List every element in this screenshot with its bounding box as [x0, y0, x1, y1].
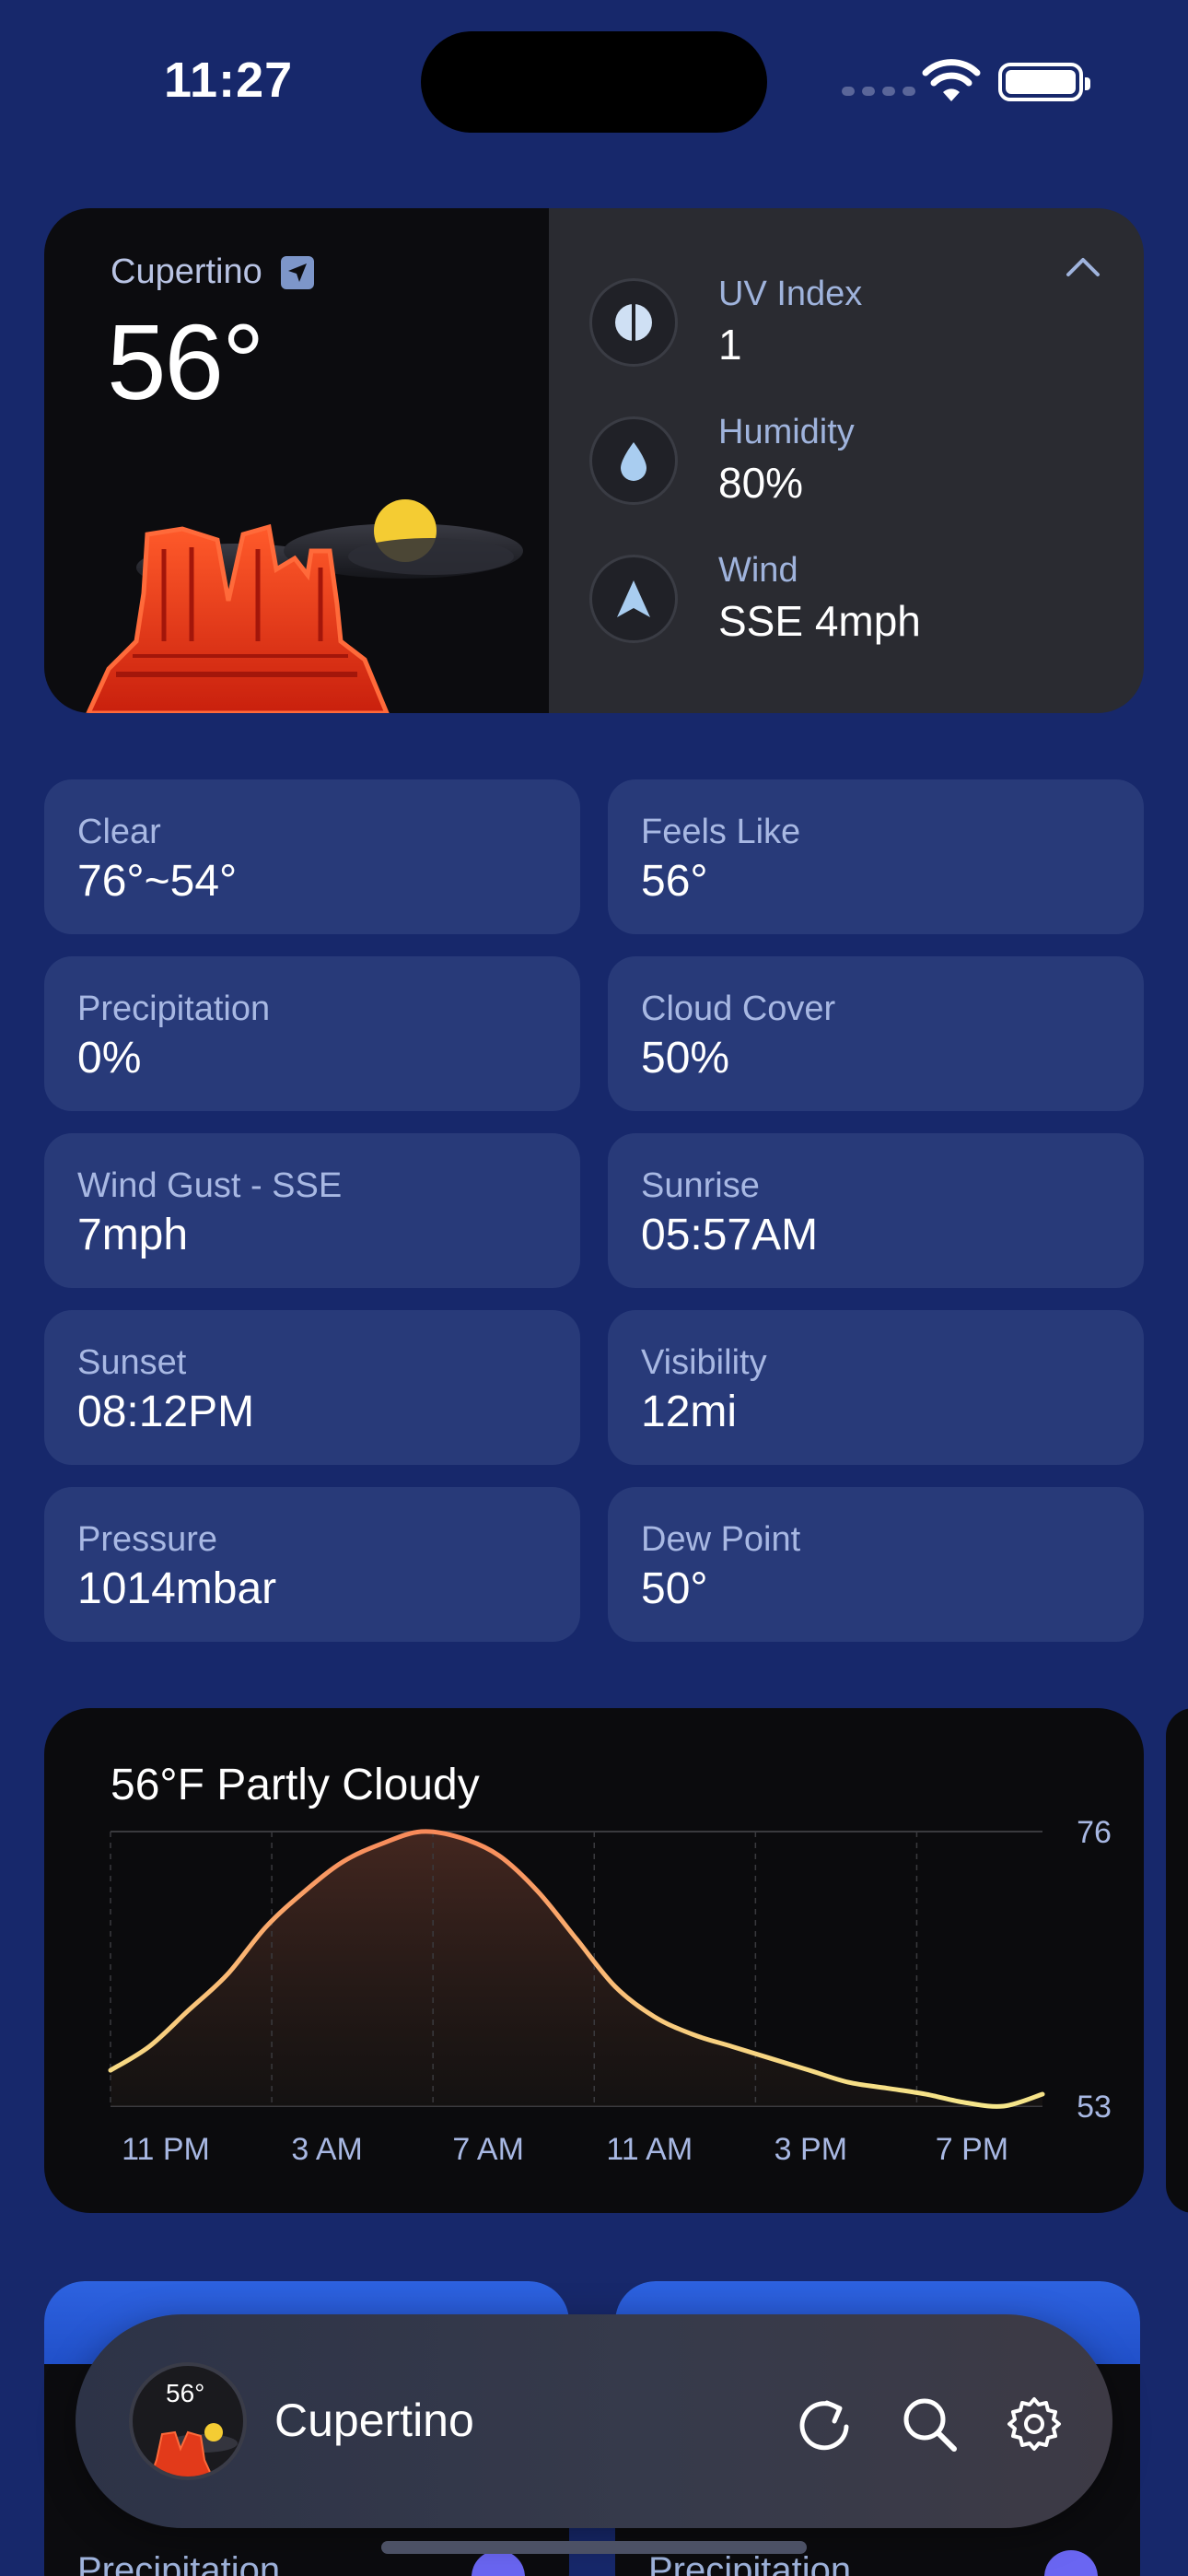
detail-label: Wind Gust - SSE [77, 1166, 343, 1205]
dynamic-island [421, 31, 767, 133]
precipitation-dot-icon [472, 2550, 525, 2576]
toolbar-city-name[interactable]: Cupertino [274, 2394, 474, 2447]
location-toolbar: 56° Cupertino [76, 2314, 1112, 2528]
detail-value: 56° [641, 857, 708, 906]
detail-value: 7mph [77, 1211, 189, 1259]
wifi-icon [922, 59, 981, 101]
detail-value: 50% [641, 1034, 730, 1083]
location-name: Cupertino [111, 252, 314, 292]
current-weather-metrics: UV Index 1 Humidity 80% Wind SSE 4mph [549, 208, 1144, 713]
detail-label: Clear [77, 813, 161, 851]
detail-value: 08:12PM [77, 1388, 255, 1436]
detail-tile-pressure[interactable]: Pressure 1014mbar [44, 1487, 580, 1642]
battery-icon [998, 63, 1090, 101]
wind-metric: Wind SSE 4mph [589, 551, 921, 646]
forecast-card-label: Precipitation [648, 2550, 852, 2576]
current-temperature: 56° [107, 302, 264, 422]
x-tick-label: 7 PM [936, 2132, 1008, 2167]
detail-label: Feels Like [641, 813, 801, 851]
detail-tile-condition[interactable]: Clear 76°~54° [44, 779, 580, 934]
detail-value: 0% [77, 1034, 142, 1083]
detail-value: 50° [641, 1564, 708, 1613]
detail-tile-sunset[interactable]: Sunset 08:12PM [44, 1310, 580, 1465]
detail-tile-dew-point[interactable]: Dew Point 50° [608, 1487, 1144, 1642]
detail-value: 76°~54° [77, 857, 238, 906]
uv-index-metric: UV Index 1 [589, 275, 862, 369]
wind-label: Wind [718, 551, 798, 590]
current-weather-card[interactable]: Cupertino 56° UV Index 1 Humidity 80% Wi… [44, 208, 1144, 713]
x-tick-label: 7 AM [452, 2132, 523, 2167]
x-tick-label: 11 AM [606, 2132, 693, 2167]
x-tick-label: 3 PM [775, 2132, 847, 2167]
city-label: Cupertino [111, 252, 262, 291]
detail-tile-visibility[interactable]: Visibility 12mi [608, 1310, 1144, 1465]
current-weather-summary: Cupertino 56° [44, 208, 549, 713]
detail-label: Precipitation [77, 989, 271, 1028]
x-tick-label: 11 PM [122, 2132, 210, 2167]
weather-screen: 11:27 Cupertino 56° UV Index 1 Humidity … [0, 0, 1188, 2576]
location-arrow-icon [280, 255, 314, 289]
detail-tile-precipitation[interactable]: Precipitation 0% [44, 956, 580, 1111]
chevron-up-icon[interactable] [1063, 247, 1103, 287]
gear-icon[interactable] [1004, 2394, 1065, 2454]
uv-index-icon [589, 277, 678, 367]
y-tick-label-max: 76 [1077, 1815, 1112, 1850]
status-time: 11:27 [164, 53, 294, 108]
wind-direction-icon [589, 554, 678, 643]
avatar-temperature: 56° [166, 2379, 205, 2407]
detail-tile-sunrise[interactable]: Sunrise 05:57AM [608, 1133, 1144, 1288]
x-tick-label: 3 AM [291, 2132, 362, 2167]
detail-label: Cloud Cover [641, 989, 836, 1028]
precipitation-dot-icon [1044, 2550, 1098, 2576]
detail-label: Visibility [641, 1343, 767, 1382]
droplet-icon [589, 416, 678, 505]
y-tick-label-min: 53 [1077, 2090, 1112, 2125]
detail-value: 05:57AM [641, 1211, 819, 1259]
refresh-icon[interactable] [794, 2394, 855, 2454]
home-indicator [381, 2541, 807, 2554]
hourly-temperature-card[interactable]: 11 PM 3 AM 7 AM 11 AM 3 PM 7 PM 76 53 56°F Part… [44, 1708, 1144, 2213]
detail-value: 12mi [641, 1388, 738, 1436]
chart-title: 56°F Partly Cloudy [111, 1761, 480, 1809]
next-card-peek[interactable] [1166, 1708, 1188, 2213]
detail-tile-cloud-cover[interactable]: Cloud Cover 50% [608, 956, 1144, 1111]
detail-label: Sunrise [641, 1166, 760, 1205]
uv-index-label: UV Index [718, 275, 863, 313]
detail-tile-wind-gust[interactable]: Wind Gust - SSE 7mph [44, 1133, 580, 1288]
humidity-metric: Humidity 80% [589, 413, 855, 508]
uv-index-value: 1 [718, 321, 742, 369]
wind-value: SSE 4mph [718, 597, 921, 645]
search-icon[interactable] [899, 2394, 960, 2454]
temperature-area-fill [111, 1831, 1042, 2107]
forecast-card-label: Precipitation [77, 2550, 281, 2576]
detail-label: Pressure [77, 1520, 218, 1559]
detail-label: Sunset [77, 1343, 187, 1382]
detail-label: Dew Point [641, 1520, 801, 1559]
humidity-label: Humidity [718, 413, 855, 451]
detail-value: 1014mbar [77, 1564, 277, 1613]
detail-tile-feels-like[interactable]: Feels Like 56° [608, 779, 1144, 934]
humidity-value: 80% [718, 459, 804, 507]
cellular-signal-icon [842, 87, 915, 96]
location-avatar[interactable]: 56° [129, 2362, 247, 2480]
